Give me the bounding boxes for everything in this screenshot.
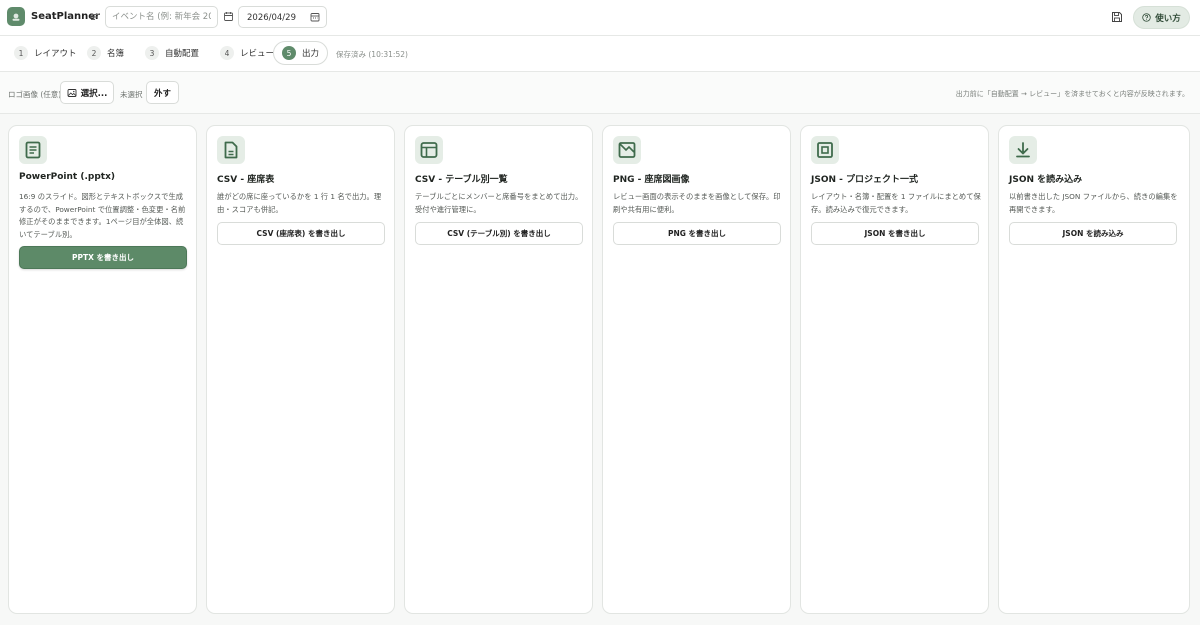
step-label: 出力	[302, 49, 320, 59]
document-icon	[25, 141, 41, 159]
card-icon-wrap	[19, 136, 47, 164]
output-toolbar: ロゴ画像 (任意) 選択... 未選択 外す 出力前に「自動配置 → レビュー」…	[0, 72, 1200, 114]
event-name-input[interactable]	[105, 6, 218, 28]
step-number: 4	[220, 46, 234, 60]
export-card-json: JSON - プロジェクト一式 レイアウト・名簿・配置を 1 ファイルにまとめて…	[800, 125, 989, 614]
import-json-button[interactable]: JSON を読み込み	[1009, 222, 1177, 245]
card-title: CSV - テーブル別一覧	[415, 175, 508, 185]
card-title: JSON - プロジェクト一式	[811, 175, 919, 185]
app-logo	[7, 7, 25, 26]
export-json-button[interactable]: JSON を書き出し	[811, 222, 979, 245]
save-icon[interactable]	[1111, 11, 1123, 23]
download-icon	[1016, 142, 1030, 158]
step-label: 名簿	[107, 49, 125, 59]
help-label: 使い方	[1155, 13, 1181, 24]
export-csv-seats-button[interactable]: CSV (座席表) を書き出し	[217, 222, 385, 245]
export-card-pptx: PowerPoint (.pptx) 16:9 のスライド。図形とテキストボック…	[8, 125, 197, 614]
step-auto-placement[interactable]: 3 自動配置	[141, 41, 203, 65]
step-label: レイアウト	[34, 49, 77, 59]
remove-logo-button[interactable]: 外す	[146, 81, 179, 104]
image-icon	[67, 88, 77, 97]
export-png-button[interactable]: PNG を書き出し	[613, 222, 781, 245]
step-roster[interactable]: 2 名簿	[83, 41, 128, 65]
card-title: PNG - 座席図画像	[613, 175, 690, 185]
step-number: 5	[282, 46, 296, 60]
logo-image-label: ロゴ画像 (任意)	[8, 90, 62, 99]
calendar-icon	[224, 12, 233, 21]
import-card-json: JSON を読み込み 以前書き出した JSON ファイルから、続きの編集を再開で…	[998, 125, 1190, 614]
step-number: 3	[145, 46, 159, 60]
export-card-csv-tables: CSV - テーブル別一覧 テーブルごとにメンバーと席番号をまとめて出力。受付や…	[404, 125, 593, 614]
project-icon	[817, 142, 833, 158]
step-number: 1	[14, 46, 28, 60]
step-number: 2	[87, 46, 101, 60]
card-description: 以前書き出した JSON ファイルから、続きの編集を再開できます。	[1009, 192, 1178, 214]
file-icon	[224, 141, 238, 159]
step-review[interactable]: 4 レビュー	[216, 41, 278, 65]
card-description: 16:9 のスライド。図形とテキストボックスで生成するので、PowerPoint…	[19, 192, 186, 239]
help-icon	[1142, 13, 1151, 22]
date-picker-icon[interactable]	[310, 12, 320, 22]
step-label: 自動配置	[165, 49, 200, 59]
step-output[interactable]: 5 出力	[273, 41, 329, 65]
logo-icon	[12, 13, 20, 21]
select-logo-label: 選択...	[80, 88, 108, 99]
select-logo-button[interactable]: 選択...	[60, 81, 114, 104]
card-description: レイアウト・名簿・配置を 1 ファイルにまとめて保存。読み込みで復元できます。	[811, 192, 981, 214]
card-icon-wrap	[1009, 136, 1037, 164]
card-title: CSV - 座席表	[217, 175, 275, 185]
export-card-csv-seats: CSV - 座席表 誰がどの席に座っているかを 1 行 1 名で出力。理由・スコ…	[206, 125, 395, 614]
card-icon-wrap	[811, 136, 839, 164]
card-description: 誰がどの席に座っているかを 1 行 1 名で出力。理由・スコアも併記。	[217, 192, 382, 214]
saved-status: 保存済み (10:31:52)	[336, 50, 408, 59]
date-value: 2026/04/29	[247, 13, 296, 23]
step-label: レビュー	[240, 49, 275, 59]
date-input[interactable]: 2026/04/29	[238, 6, 327, 28]
card-title: PowerPoint (.pptx)	[19, 172, 115, 182]
card-icon-wrap	[415, 136, 443, 164]
step-layout[interactable]: 1 レイアウト	[10, 41, 81, 65]
table-icon	[420, 142, 438, 158]
step-navigation: 1 レイアウト 2 名簿 3 自動配置 4 レビュー 5 出力 保存済み (10…	[0, 36, 1200, 72]
export-pptx-button[interactable]: PPTX を書き出し	[19, 246, 187, 269]
card-description: テーブルごとにメンバーと席番号をまとめて出力。受付や進行管理に。	[415, 192, 583, 214]
export-card-png: PNG - 座席図画像 レビュー画面の表示そのままを画像として保存。印刷や共有用…	[602, 125, 791, 614]
card-icon-wrap	[613, 136, 641, 164]
card-description: レビュー画面の表示そのままを画像として保存。印刷や共有用に便利。	[613, 192, 781, 214]
export-csv-tables-button[interactable]: CSV (テーブル別) を書き出し	[415, 222, 583, 245]
output-hint: 出力前に「自動配置 → レビュー」を済ませておくと内容が反映されます。	[955, 90, 1189, 98]
help-button[interactable]: 使い方	[1133, 6, 1190, 29]
card-title: JSON を読み込み	[1009, 175, 1083, 185]
card-icon-wrap	[217, 136, 245, 164]
image-icon	[618, 142, 636, 158]
menu-icon[interactable]	[90, 12, 100, 22]
app-header: SeatPlanner 2026/04/29 使い方	[0, 0, 1200, 36]
logo-status: 未選択	[120, 90, 143, 99]
